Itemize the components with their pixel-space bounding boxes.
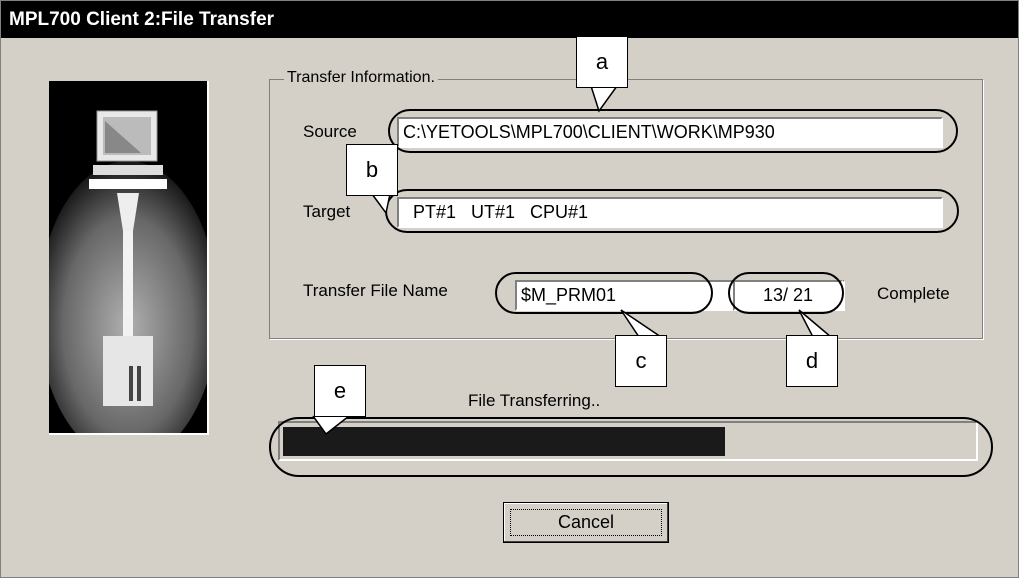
callout-a: a (576, 36, 628, 88)
callout-pointers (312, 85, 832, 436)
callout-d: d (786, 335, 838, 387)
callout-c: c (615, 335, 667, 387)
file-transfer-dialog: MPL700 Client 2:File Transfer Transfer I… (0, 0, 1019, 578)
callout-b: b (346, 144, 398, 196)
callout-e: e (314, 365, 366, 417)
